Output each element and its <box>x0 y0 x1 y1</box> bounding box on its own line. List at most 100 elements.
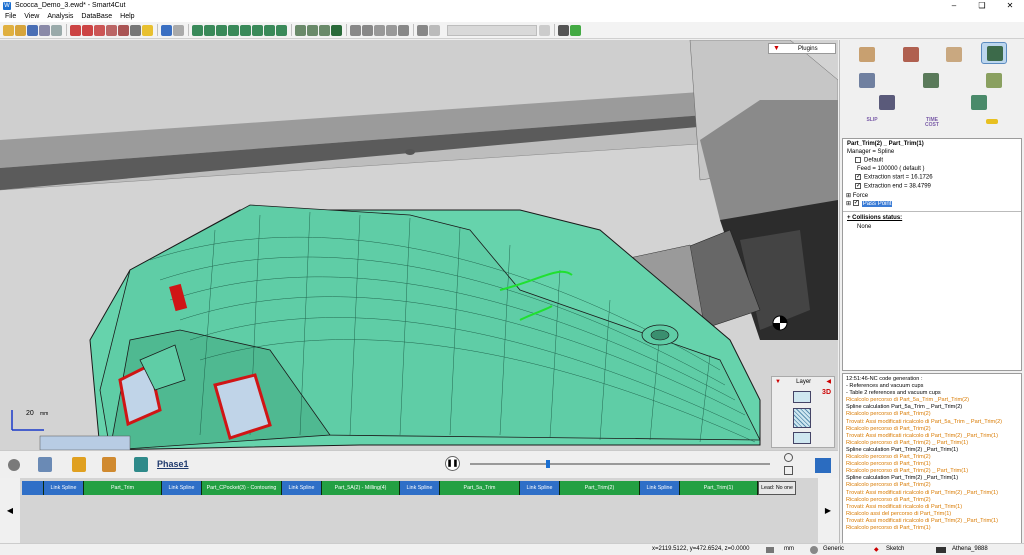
default-checkbox[interactable] <box>855 157 861 163</box>
timeline-operation-segment[interactable]: Part_Trim(2) <box>560 481 640 495</box>
machine-label[interactable]: Athena_9888 <box>952 546 988 552</box>
shaded-icon[interactable] <box>307 24 318 36</box>
force-row[interactable]: ⊞ Force <box>846 192 868 199</box>
view-fit-icon[interactable] <box>276 24 287 36</box>
key-icon[interactable] <box>986 119 998 124</box>
phase-table-icon[interactable] <box>134 457 148 472</box>
wireframe-icon[interactable] <box>295 24 306 36</box>
log-panel[interactable]: 12:51:46-NC code generation : - Referenc… <box>842 373 1022 553</box>
3d-viewport[interactable] <box>0 40 838 450</box>
pass-point-checkbox[interactable]: ✓ <box>852 200 859 207</box>
shaded-edges-icon[interactable] <box>331 24 342 36</box>
3d-badge[interactable]: 3D <box>822 389 831 396</box>
view-iso-icon[interactable] <box>264 24 275 36</box>
layer-top-button[interactable] <box>793 391 811 403</box>
menu-view[interactable]: View <box>24 13 39 20</box>
timeline-operation-segment[interactable]: Part_5a_Trim <box>440 481 520 495</box>
tool-robot-icon[interactable] <box>898 44 924 66</box>
zoom-in-icon[interactable] <box>70 24 81 36</box>
layer-menu-icon[interactable]: ◀ <box>826 378 831 385</box>
filter-icon[interactable] <box>815 458 831 473</box>
layer-middle-button[interactable] <box>793 408 811 428</box>
new-icon[interactable] <box>3 24 14 36</box>
timeline-link-segment[interactable]: Link Spline <box>520 481 560 495</box>
measure-icon[interactable] <box>161 24 172 36</box>
view-left-icon[interactable] <box>216 24 227 36</box>
maximize-button[interactable]: ❑ <box>968 0 996 11</box>
default-option[interactable]: Default <box>855 157 883 164</box>
zoom-window-icon[interactable] <box>94 24 105 36</box>
scroll-left-icon[interactable]: ◀ <box>0 478 20 543</box>
field-clear-icon[interactable] <box>539 24 550 36</box>
zoom-out-icon[interactable] <box>82 24 93 36</box>
view-front-icon[interactable] <box>192 24 203 36</box>
tool-material-icon[interactable] <box>941 44 967 66</box>
screen-icon[interactable] <box>570 24 581 36</box>
pan-icon[interactable] <box>130 24 141 36</box>
zoom-extents-icon[interactable] <box>118 24 129 36</box>
hidden-lines-icon[interactable] <box>319 24 330 36</box>
scroll-right-icon[interactable]: ▶ <box>818 478 838 543</box>
pause-button[interactable]: ❚❚ <box>445 456 460 471</box>
expand-icon[interactable]: ⊞ <box>846 193 851 199</box>
timeline-operation-segment[interactable]: Part_5A(2) - Milling(4) <box>322 481 400 495</box>
tool-path-icon[interactable] <box>981 42 1007 64</box>
layer-bottom-button[interactable] <box>793 432 811 444</box>
collapse-arrow-icon[interactable]: ▼ <box>775 379 781 385</box>
mode-label[interactable]: Generic <box>823 546 844 552</box>
tool-hand-icon[interactable] <box>102 457 116 472</box>
tool-fixture-icon[interactable] <box>918 70 944 92</box>
timeline-lead-segment[interactable]: Lead: No one <box>758 481 796 495</box>
fit-icon[interactable] <box>784 466 793 475</box>
tool-cups-icon[interactable] <box>981 70 1007 92</box>
view-back-icon[interactable] <box>204 24 215 36</box>
extraction-end-row[interactable]: ✓ Extraction end = 38.4799 <box>855 183 931 190</box>
tools-icon[interactable] <box>374 24 385 36</box>
close-button[interactable]: ✕ <box>996 0 1024 11</box>
menu-help[interactable]: Help <box>120 13 134 20</box>
export-icon[interactable] <box>51 24 62 36</box>
slider-knob[interactable] <box>546 460 550 468</box>
menu-database[interactable]: DataBase <box>81 13 112 20</box>
redo-icon[interactable] <box>429 24 440 36</box>
timeline-link-segment[interactable]: Link Spline <box>282 481 322 495</box>
expand-icon[interactable]: ⊞ <box>846 201 851 207</box>
command-field[interactable] <box>447 24 537 36</box>
timeline-link-segment[interactable]: Link Spline <box>44 481 84 495</box>
zoom-search-icon[interactable] <box>784 453 793 462</box>
save-icon[interactable] <box>27 24 38 36</box>
machine-icon[interactable] <box>398 24 409 36</box>
simulate-icon[interactable] <box>386 24 397 36</box>
timeline-link-segment[interactable]: Link Spline <box>400 481 440 495</box>
settings-gear-icon[interactable] <box>8 459 20 471</box>
time-cost-label[interactable]: TIME COST <box>920 118 944 128</box>
tool-change-icon[interactable] <box>72 457 86 472</box>
menu-analysis[interactable]: Analysis <box>47 13 73 20</box>
view-bottom-icon[interactable] <box>252 24 263 36</box>
timeline-link-segment[interactable]: Link Spline <box>162 481 202 495</box>
tool-paint-icon[interactable] <box>854 44 880 66</box>
undo-icon[interactable] <box>417 24 428 36</box>
print-icon[interactable] <box>39 24 50 36</box>
timeline-link-segment[interactable] <box>22 481 44 495</box>
pass-point-row[interactable]: ⊞ ✓ Pass Point <box>846 200 893 207</box>
simulation-slider[interactable] <box>470 460 770 468</box>
zoom-all-icon[interactable] <box>106 24 117 36</box>
bin-icon[interactable] <box>38 457 52 472</box>
sketch-label[interactable]: Sketch <box>886 546 904 552</box>
section-icon[interactable] <box>362 24 373 36</box>
slip-label[interactable]: SLIP <box>860 118 884 123</box>
minimize-button[interactable]: – <box>940 0 968 11</box>
menu-file[interactable]: File <box>5 13 16 20</box>
extraction-start-checkbox[interactable]: ✓ <box>855 174 861 180</box>
open-icon[interactable] <box>15 24 26 36</box>
light-icon[interactable] <box>142 24 153 36</box>
timeline-operation-segment[interactable]: Part_CPocket(3) - Contouring <box>202 481 282 495</box>
tool-machine-icon[interactable] <box>874 92 900 114</box>
view-top-icon[interactable] <box>240 24 251 36</box>
camera-icon[interactable] <box>350 24 361 36</box>
extraction-end-checkbox[interactable]: ✓ <box>855 183 861 189</box>
user-icon[interactable] <box>558 24 569 36</box>
tool-table-icon[interactable] <box>966 92 992 114</box>
phase-title[interactable]: Phase1 <box>157 459 189 469</box>
